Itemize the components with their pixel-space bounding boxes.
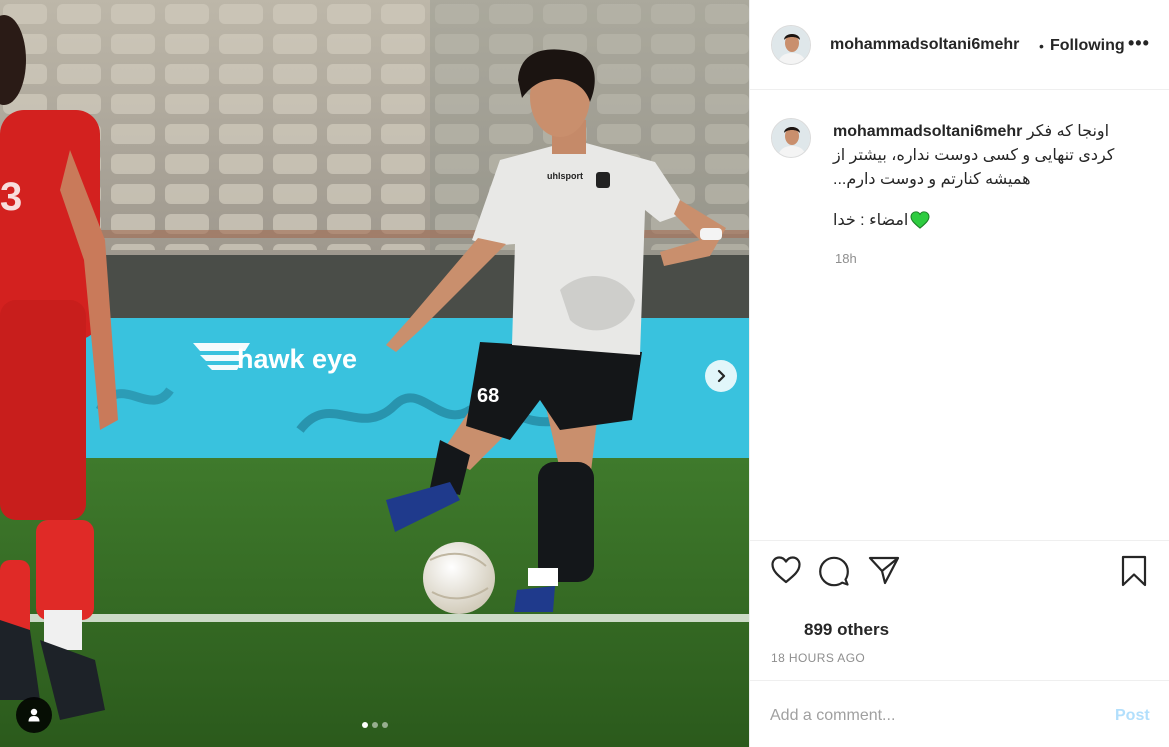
paper-plane-icon[interactable] bbox=[868, 555, 900, 585]
post-timestamp[interactable]: 18 HOURS AGO bbox=[771, 651, 865, 665]
svg-text:3: 3 bbox=[0, 175, 22, 219]
following-button[interactable]: Following bbox=[1050, 37, 1125, 55]
avatar-image bbox=[772, 119, 810, 157]
carousel-dot-3 bbox=[381, 722, 388, 728]
post-photo: hawk eye 3 68 uhlsport bbox=[0, 0, 749, 747]
jersey-brand: uhlsport bbox=[547, 171, 583, 181]
comment-input[interactable] bbox=[770, 703, 1090, 729]
separator-dot: • bbox=[1039, 38, 1044, 54]
post-header: mohammadsoltani6mehr • Following ••• bbox=[750, 0, 1169, 90]
hawk-eye-ad-text: hawk eye bbox=[237, 344, 357, 374]
caption-username[interactable]: mohammadsoltani6mehr bbox=[833, 123, 1022, 140]
action-bar bbox=[750, 540, 1169, 600]
post-comment-button[interactable]: Post bbox=[1115, 707, 1150, 725]
carousel-dot-2 bbox=[371, 722, 378, 728]
more-options-button[interactable]: ••• bbox=[1128, 33, 1150, 54]
caption-block: mohammadsoltani6mehr اونجا که فکر کردی ت… bbox=[750, 90, 1169, 540]
avatar-image bbox=[772, 26, 810, 64]
bookmark-icon[interactable] bbox=[1120, 555, 1148, 587]
carousel-dot-1 bbox=[361, 722, 368, 728]
chevron-right-icon bbox=[717, 369, 726, 383]
add-comment-section: Post bbox=[750, 680, 1169, 747]
carousel-indicator bbox=[0, 722, 749, 728]
caption-avatar[interactable] bbox=[771, 118, 811, 158]
comment-icon[interactable] bbox=[818, 555, 850, 587]
heart-icon[interactable] bbox=[770, 555, 802, 585]
shirt-number: 68 bbox=[477, 385, 499, 407]
user-tag-icon bbox=[28, 708, 40, 722]
likes-count[interactable]: 899 others bbox=[804, 620, 889, 640]
caption-line-1: اونجا که فکر bbox=[1026, 123, 1110, 140]
caption-signature: امضاء : خدا bbox=[833, 210, 930, 230]
next-image-button[interactable] bbox=[705, 360, 737, 392]
post-details-panel: mohammadsoltani6mehr • Following ••• moh… bbox=[749, 0, 1169, 747]
author-username[interactable]: mohammadsoltani6mehr bbox=[830, 36, 1019, 54]
caption-line-2: کردی تنهایی و کسی دوست نداره، بیشتر از bbox=[833, 147, 1115, 164]
signature-text: امضاء : خدا bbox=[833, 212, 909, 229]
green-heart-icon bbox=[910, 211, 930, 229]
author-avatar[interactable] bbox=[771, 25, 811, 65]
caption-time: 18h bbox=[835, 251, 857, 266]
post-media[interactable]: hawk eye 3 68 uhlsport bbox=[0, 0, 749, 747]
caption-text: mohammadsoltani6mehr اونجا که فکر کردی ت… bbox=[833, 120, 1133, 192]
caption-line-3: همیشه کنارتم و دوست دارم... bbox=[833, 171, 1031, 188]
